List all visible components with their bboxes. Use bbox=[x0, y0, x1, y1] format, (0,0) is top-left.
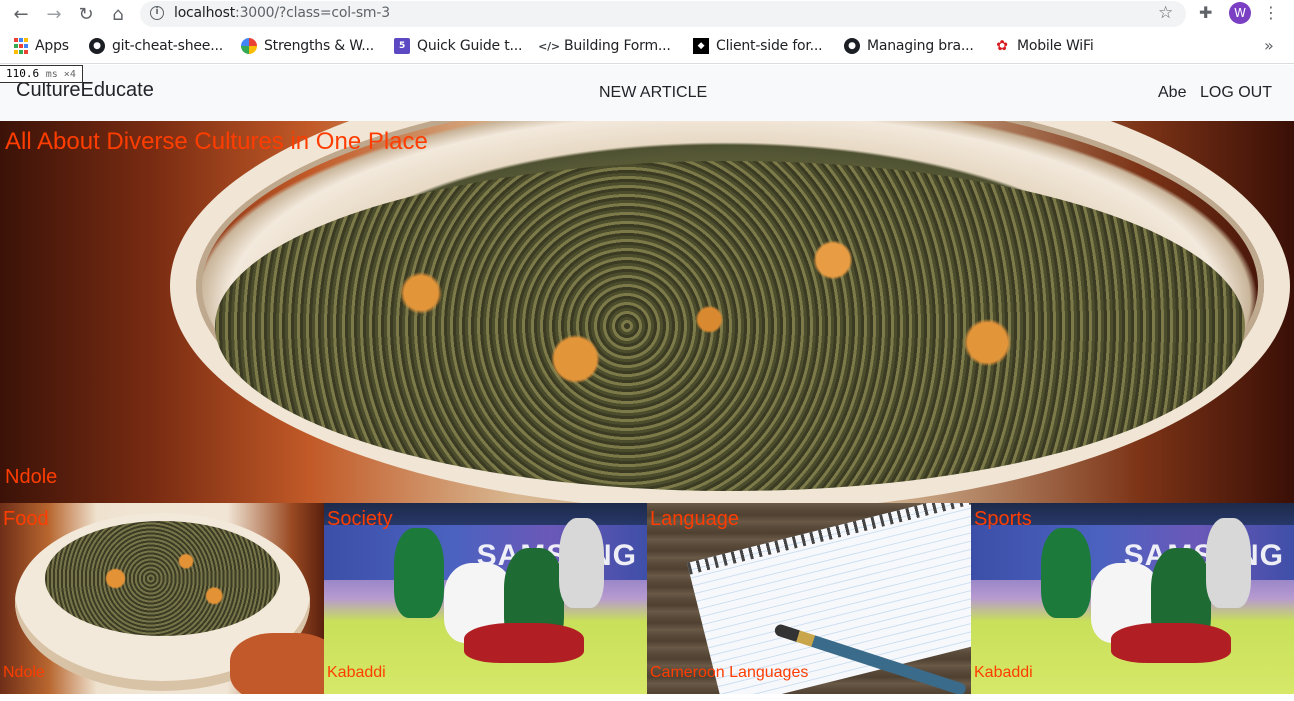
back-arrow-icon[interactable]: ← bbox=[9, 2, 33, 26]
category-caption[interactable]: Kabaddi bbox=[327, 664, 386, 682]
bookmark-managing-branches[interactable]: ● Managing bra... bbox=[844, 37, 974, 55]
player-image bbox=[1041, 528, 1091, 618]
browser-toolbar: ← → ↻ ⌂ i localhost:3000/?class=col-sm-3… bbox=[0, 0, 1294, 28]
category-caption[interactable]: Kabaddi bbox=[974, 664, 1033, 682]
bookmark-building-forms[interactable]: </> Building Form... bbox=[538, 37, 671, 55]
hero-title: All About Diverse Cultures in One Place bbox=[5, 128, 428, 155]
strengths-icon bbox=[241, 38, 257, 54]
hero-banner[interactable]: All About Diverse Cultures in One Place … bbox=[0, 121, 1294, 503]
bookmark-star-icon[interactable]: ☆ bbox=[1158, 3, 1173, 23]
bookmark-label: Strengths & W... bbox=[264, 38, 375, 54]
url-text[interactable]: localhost:3000/?class=col-sm-3 bbox=[174, 5, 390, 21]
logout-link[interactable]: LOG OUT bbox=[1200, 84, 1272, 102]
category-card-society[interactable]: SAMSUNG Society Kabaddi bbox=[324, 503, 647, 694]
perf-value: 110.6 bbox=[6, 67, 40, 80]
more-bookmarks-icon[interactable]: » bbox=[1264, 36, 1274, 55]
bookmark-strengths[interactable]: Strengths & W... bbox=[241, 37, 374, 55]
forward-arrow-icon[interactable]: → bbox=[42, 2, 66, 26]
browser-menu-icon[interactable]: ⋮ bbox=[1263, 3, 1279, 22]
category-label: Sports bbox=[974, 508, 1032, 530]
hand-image bbox=[230, 633, 324, 694]
bookmark-label: Building Form... bbox=[564, 38, 671, 54]
player-image bbox=[464, 623, 584, 663]
food-image bbox=[45, 521, 280, 636]
reload-icon[interactable]: ↻ bbox=[74, 2, 98, 26]
github-icon: ● bbox=[844, 38, 860, 54]
url-path: :3000/?class=col-sm-3 bbox=[235, 5, 390, 21]
bookmark-label: git-cheat-shee... bbox=[112, 38, 223, 54]
bookmark-label: Mobile WiFi bbox=[1017, 38, 1094, 54]
player-image bbox=[559, 518, 604, 608]
bookmark-mobile-wifi[interactable]: ✿ Mobile WiFi bbox=[994, 37, 1094, 55]
bookmark-label: Apps bbox=[35, 38, 69, 54]
category-card-food[interactable]: Food Ndole bbox=[0, 503, 324, 694]
bookmark-label: Client-side for... bbox=[716, 38, 823, 54]
html5-icon: 5 bbox=[394, 38, 410, 54]
bookmark-label: Quick Guide t... bbox=[417, 38, 523, 54]
bookmark-client-side-forms[interactable]: ◆ Client-side for... bbox=[693, 37, 823, 55]
hero-food-image bbox=[215, 161, 1245, 491]
apps-grid-icon bbox=[14, 38, 28, 54]
profile-avatar[interactable]: W bbox=[1229, 2, 1251, 24]
category-card-sports[interactable]: SAMSUNG Sports Kabaddi bbox=[971, 503, 1294, 694]
category-card-language[interactable]: Language Cameroon Languages bbox=[647, 503, 971, 694]
site-info-icon[interactable]: i bbox=[150, 6, 164, 20]
bookmark-label: Managing bra... bbox=[867, 38, 974, 54]
huawei-icon: ✿ bbox=[996, 38, 1008, 54]
player-image bbox=[1206, 518, 1251, 608]
code-icon: </> bbox=[538, 39, 560, 53]
bookmark-apps[interactable]: Apps bbox=[14, 37, 69, 55]
player-image bbox=[394, 528, 444, 618]
extensions-puzzle-icon[interactable]: ✚ bbox=[1199, 3, 1212, 23]
bookmarks-bar: Apps ● git-cheat-shee... Strengths & W..… bbox=[0, 29, 1294, 64]
hero-caption[interactable]: Ndole bbox=[5, 466, 57, 489]
perf-unit: ms ×4 bbox=[45, 69, 76, 80]
user-name-link[interactable]: Abe bbox=[1158, 84, 1186, 102]
url-host: localhost bbox=[174, 5, 236, 21]
category-label: Language bbox=[650, 508, 739, 530]
player-image bbox=[1111, 623, 1231, 663]
category-caption[interactable]: Ndole bbox=[3, 664, 45, 682]
bookmark-quick-guide[interactable]: 5 Quick Guide t... bbox=[394, 37, 522, 55]
new-article-link[interactable]: NEW ARTICLE bbox=[599, 84, 707, 102]
mdn-icon: ◆ bbox=[693, 38, 709, 54]
category-label: Food bbox=[3, 508, 49, 530]
address-bar[interactable]: i localhost:3000/?class=col-sm-3 bbox=[140, 1, 1186, 27]
app-navbar: CultureEducate NEW ARTICLE Abe LOG OUT bbox=[0, 65, 1294, 121]
home-icon[interactable]: ⌂ bbox=[106, 2, 130, 26]
bookmark-git-cheat-sheet[interactable]: ● git-cheat-shee... bbox=[89, 37, 223, 55]
performance-badge: 110.6 ms ×4 bbox=[0, 65, 83, 83]
category-caption[interactable]: Cameroon Languages bbox=[650, 664, 808, 682]
category-label: Society bbox=[327, 508, 393, 530]
github-icon: ● bbox=[89, 38, 105, 54]
